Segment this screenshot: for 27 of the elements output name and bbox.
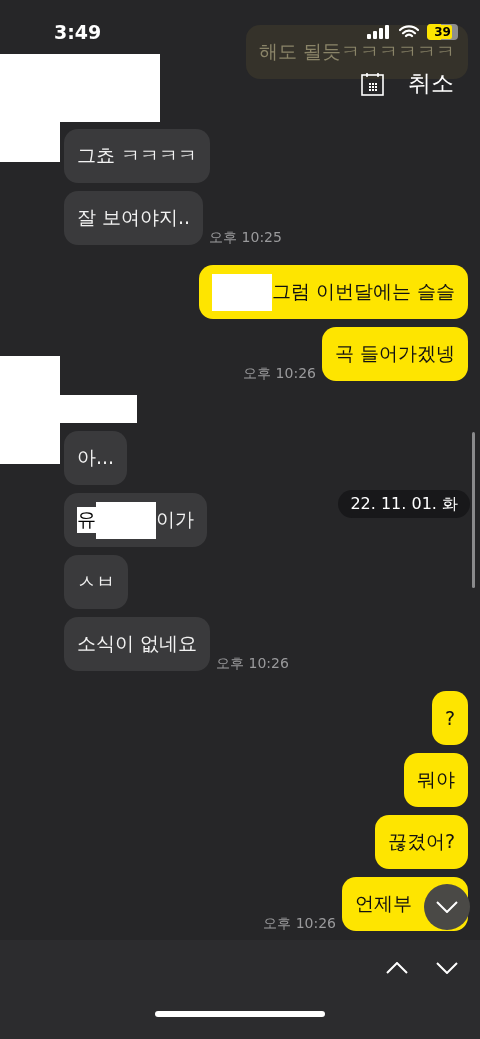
message-bubble: 곡 들어가겠넹 — [321, 327, 468, 381]
wifi-icon — [399, 25, 419, 39]
message-bubble: 뭐야 — [404, 753, 468, 807]
redaction-block — [211, 273, 272, 311]
battery-icon: 39 — [427, 24, 458, 40]
message-bubble: 잘 보여야지.. — [64, 191, 204, 245]
status-time: 3:49 — [54, 21, 102, 43]
redaction-block — [96, 501, 156, 539]
chevron-down-icon — [436, 962, 458, 974]
signal-icon — [367, 25, 391, 39]
message-bubble: 그럼 이번달에는 슬슬 — [198, 265, 468, 319]
calendar-icon[interactable] — [361, 71, 384, 96]
message-bubble: ㅅㅂ — [64, 555, 128, 609]
date-label: 22. 11. 01. 화 — [338, 490, 470, 518]
message-time: 오후 10:25 — [209, 229, 282, 247]
chevron-up-icon — [386, 962, 408, 974]
message-bubble: ? — [431, 691, 468, 745]
message-bubble: 그쵸 ㅋㅋㅋㅋ — [64, 129, 211, 183]
message-time: 오후 10:26 — [243, 365, 316, 383]
message-bubble: 끊겼어? — [374, 815, 468, 869]
message-bubble: 아... — [64, 431, 128, 485]
message-time: 오후 10:26 — [216, 655, 289, 673]
cancel-button[interactable]: 취소 — [408, 68, 454, 99]
message-time: 오후 10:26 — [263, 915, 336, 933]
chevron-down-icon — [436, 901, 458, 913]
message-bubble: 유 이가 — [64, 493, 207, 547]
message-bubble: 소식이 없네요 — [64, 617, 211, 671]
